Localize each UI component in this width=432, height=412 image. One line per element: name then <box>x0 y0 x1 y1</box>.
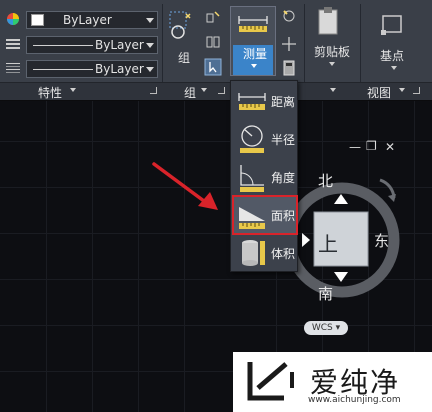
restore-icon[interactable]: ❐ <box>366 139 377 153</box>
menu-item-angle[interactable]: 角度 <box>234 159 296 195</box>
quick-select-icon[interactable] <box>281 8 297 24</box>
group-icon[interactable] <box>168 10 194 42</box>
wcs-label: WCS <box>311 323 333 333</box>
color-combo[interactable]: ByLayer <box>26 11 158 29</box>
panel-title-properties[interactable]: 特性 <box>38 84 62 101</box>
wcs-menu[interactable]: WCS ▾ <box>304 321 348 335</box>
point-style-icon[interactable] <box>281 36 297 52</box>
watermark-url: www.aichunjing.com <box>308 395 401 405</box>
menu-item-label: 面积 <box>271 209 296 223</box>
chevron-down-icon[interactable] <box>399 88 405 92</box>
linetype-icon[interactable] <box>5 37 21 51</box>
grid-line <box>0 325 432 326</box>
clipboard-icon[interactable] <box>317 6 339 36</box>
chevron-down-icon[interactable] <box>146 18 154 23</box>
close-icon[interactable]: ✕ <box>385 140 395 154</box>
menu-item-label: 距离 <box>271 95 296 109</box>
menu-item-area[interactable]: 面积 <box>232 195 298 235</box>
color-swatch <box>31 14 44 26</box>
menu-item-label: 角度 <box>271 171 296 185</box>
chevron-down-icon[interactable] <box>391 66 397 70</box>
lineweight-icon[interactable] <box>5 61 21 75</box>
chevron-down-icon[interactable] <box>70 88 76 92</box>
dialog-launcher-icon[interactable] <box>150 87 157 94</box>
linetype-preview <box>33 45 93 46</box>
menu-item-distance[interactable]: 距离 <box>234 83 296 119</box>
compass-north[interactable]: 北 <box>318 170 333 191</box>
color-wheel-icon[interactable] <box>5 12 21 26</box>
grid-line <box>92 101 93 412</box>
menu-item-label: 体积 <box>271 247 296 261</box>
grid-line <box>46 101 47 412</box>
viewcube-face-top[interactable]: 上 <box>318 228 338 257</box>
panel-separator <box>360 4 361 84</box>
panel-separator <box>162 4 163 84</box>
group-select-icon[interactable] <box>204 58 222 76</box>
lineweight-preview <box>33 69 93 70</box>
chevron-down-icon[interactable] <box>201 88 207 92</box>
menu-item-label: 半径 <box>271 133 296 147</box>
grid-line <box>184 101 185 412</box>
watermark-logo-icon <box>247 362 294 401</box>
radius-icon <box>240 125 264 153</box>
basepoint-label[interactable]: 基点 <box>380 47 404 64</box>
panel-separator <box>304 4 305 84</box>
minimize-icon[interactable]: — <box>349 140 361 154</box>
volume-icon <box>242 240 265 266</box>
calculator-icon[interactable] <box>281 60 297 76</box>
area-icon <box>239 207 265 229</box>
chevron-down-icon[interactable] <box>330 88 336 92</box>
group-button-label[interactable]: 组 <box>178 49 190 66</box>
ungroup-icon[interactable] <box>205 10 221 26</box>
viewcube[interactable] <box>282 160 412 310</box>
annotation-arrow-icon <box>152 162 218 210</box>
measure-dropdown-menu: 距离 半径 角度 面积 体积 <box>230 80 298 272</box>
dialog-launcher-icon[interactable] <box>218 87 225 94</box>
chevron-down-icon <box>251 64 257 68</box>
chevron-down-icon[interactable] <box>146 67 154 72</box>
ruler-icon <box>238 16 268 32</box>
chevron-down-icon[interactable] <box>329 62 335 66</box>
color-value: ByLayer <box>63 13 112 27</box>
menu-item-volume[interactable]: 体积 <box>234 235 296 271</box>
grid-line <box>138 101 139 412</box>
dialog-launcher-icon[interactable] <box>413 87 420 94</box>
panel-title-view[interactable]: 视图 <box>367 84 391 101</box>
angle-icon <box>240 165 264 192</box>
basepoint-icon[interactable] <box>379 10 405 36</box>
group-edit-icon[interactable] <box>205 34 221 50</box>
linetype-combo[interactable]: ByLayer <box>26 36 158 54</box>
compass-south[interactable]: 南 <box>318 283 333 304</box>
compass-east[interactable]: 东 <box>374 230 389 251</box>
distance-icon <box>238 93 266 110</box>
lineweight-combo[interactable]: ByLayer <box>26 60 158 78</box>
lineweight-value: ByLayer <box>95 62 144 76</box>
menu-item-radius[interactable]: 半径 <box>234 121 296 157</box>
panel-title-groups[interactable]: 组 <box>184 84 196 101</box>
chevron-down-icon[interactable] <box>146 43 154 48</box>
linetype-value: ByLayer <box>95 38 144 52</box>
measure-label: 测量 <box>243 47 268 61</box>
clipboard-label[interactable]: 剪贴板 <box>314 43 350 60</box>
